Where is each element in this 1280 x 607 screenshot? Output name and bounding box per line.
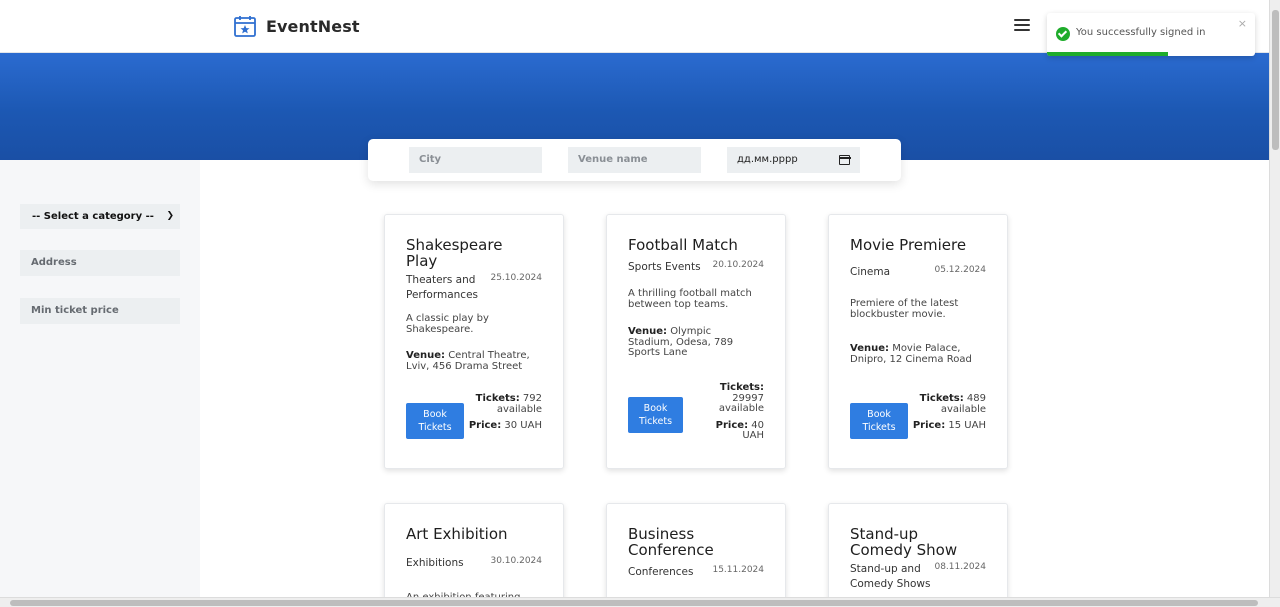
venue-input[interactable]: Venue name: [568, 147, 701, 173]
event-date: 05.12.2024: [934, 265, 986, 275]
event-category: Cinema: [850, 266, 891, 278]
calendar-icon[interactable]: [838, 155, 851, 165]
event-category: Theaters and Performances: [406, 274, 479, 301]
event-card: Stand-up Comedy Show Stand-up and Comedy…: [828, 503, 1008, 607]
event-title: Movie Premiere: [850, 236, 967, 254]
event-date: 25.10.2024: [490, 273, 542, 283]
event-date: 15.11.2024: [712, 565, 764, 575]
event-ticket-info: Tickets: 792 available Price: 30 UAH: [468, 393, 542, 431]
event-date: 30.10.2024: [490, 556, 542, 566]
event-card: Business Conference Conferences 15.11.20…: [606, 503, 786, 607]
chevron-down-icon: ❯: [166, 211, 174, 221]
category-select-value: -- Select a category --: [32, 211, 154, 222]
min-price-input[interactable]: Min ticket price: [20, 298, 180, 324]
book-tickets-button[interactable]: Book Tickets: [406, 403, 464, 439]
brand-name: EventNest: [266, 16, 360, 36]
toast-message: You successfully signed in!: [1076, 27, 1206, 38]
event-venue: Venue: Olympic Stadium, Odesa, 789 Sport…: [628, 326, 734, 358]
event-venue: Venue: Central Theatre, Lviv, 456 Drama …: [406, 350, 530, 372]
event-title: Art Exhibition: [406, 525, 508, 543]
event-card: Art Exhibition Exhibitions 30.10.2024 An…: [384, 503, 564, 607]
event-title: Football Match: [628, 236, 738, 254]
event-category: Conferences: [628, 566, 694, 578]
event-ticket-info: Tickets: 29997 available Price: 40 UAH: [715, 382, 764, 441]
event-description: A classic play by Shakespeare.: [406, 313, 489, 335]
close-icon[interactable]: ×: [1238, 17, 1247, 30]
event-venue: Venue: Movie Palace, Dnipro, 12 Cinema R…: [850, 343, 972, 365]
calendar-star-icon: [234, 16, 256, 37]
event-card: Football Match Sports Events 20.10.2024 …: [606, 214, 786, 469]
event-title: Stand-up Comedy Show: [850, 525, 958, 559]
event-date: 20.10.2024: [712, 260, 764, 270]
category-select[interactable]: -- Select a category -- ❯: [20, 204, 180, 229]
toast-progress-bar: [1047, 52, 1168, 56]
horizontal-scrollbar[interactable]: [0, 597, 1280, 607]
event-ticket-info: Tickets: 489 available Price: 15 UAH: [912, 393, 986, 431]
success-toast: You successfully signed in! ×: [1047, 13, 1255, 56]
event-title: Shakespeare Play: [406, 236, 503, 270]
check-circle-icon: [1056, 27, 1070, 41]
event-category: Exhibitions: [406, 557, 464, 569]
hamburger-icon[interactable]: [1014, 19, 1030, 33]
date-input-value: дд.мм.рррр: [737, 154, 798, 165]
event-description: A thrilling football match between top t…: [628, 288, 752, 310]
book-tickets-button[interactable]: Book Tickets: [628, 397, 683, 433]
event-date: 08.11.2024: [934, 562, 986, 572]
event-title: Business Conference: [628, 525, 714, 559]
vertical-scroll-thumb[interactable]: [1272, 10, 1279, 150]
event-category: Sports Events: [628, 261, 701, 273]
event-category: Stand-up and Comedy Shows: [850, 563, 931, 590]
event-description: Premiere of the latest blockbuster movie…: [850, 298, 959, 320]
address-input[interactable]: Address: [20, 250, 180, 276]
search-bar: City Venue name дд.мм.рррр: [368, 139, 901, 181]
book-tickets-button[interactable]: Book Tickets: [850, 403, 908, 439]
vertical-scrollbar[interactable]: [1269, 0, 1280, 597]
event-card: Movie Premiere Cinema 05.12.2024 Premier…: [828, 214, 1008, 469]
city-input[interactable]: City: [409, 147, 542, 173]
date-input[interactable]: дд.мм.рррр: [727, 147, 860, 173]
event-card: Shakespeare Play Theaters and Performanc…: [384, 214, 564, 469]
brand-logo[interactable]: EventNest: [233, 14, 360, 38]
horizontal-scroll-thumb[interactable]: [10, 600, 1258, 606]
